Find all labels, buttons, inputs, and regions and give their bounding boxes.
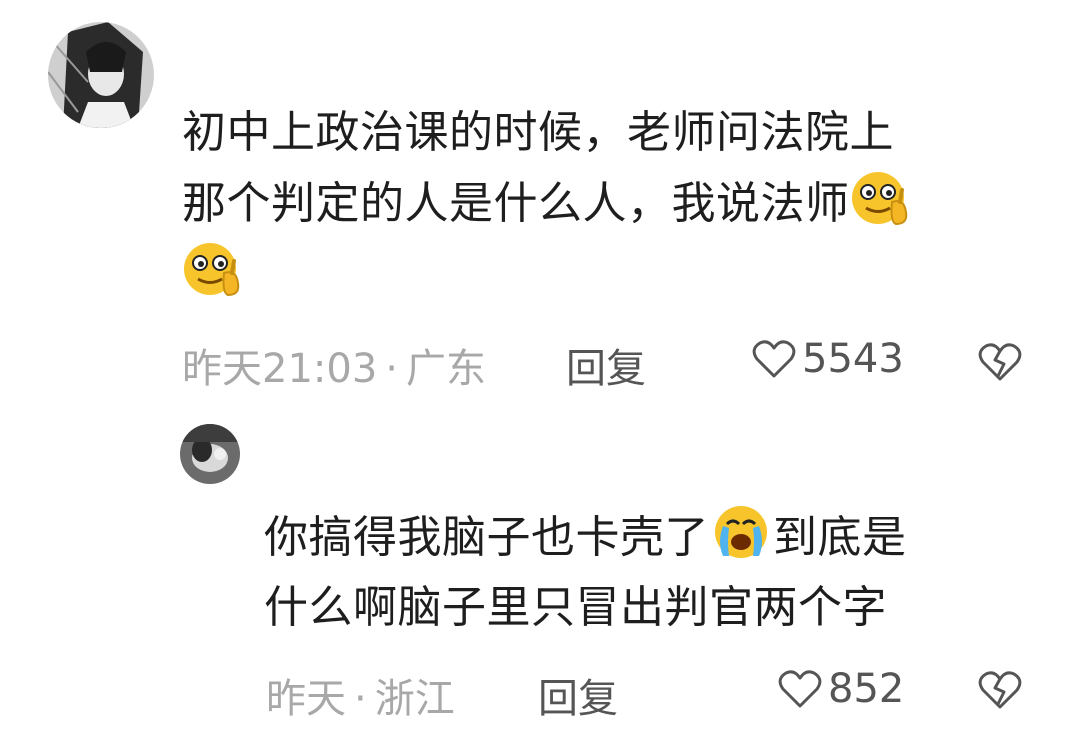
comment-line: 那个判定的人是什么人，我说法师	[182, 178, 850, 229]
reply-button[interactable]: 回复	[538, 666, 618, 724]
heart-icon	[778, 670, 822, 708]
reply-button[interactable]: 回复	[566, 336, 646, 394]
comment-body: 初中上政治课的时候，老师问法院上 那个判定的人是什么人，我说法师	[182, 98, 914, 310]
meta-separator: ·	[385, 346, 398, 392]
like-count: 852	[828, 666, 905, 712]
meta-separator: ·	[354, 676, 367, 722]
comment-line: 你搞得我脑子也卡壳了	[264, 512, 709, 563]
comment-location: 广东	[406, 346, 486, 392]
commenter-avatar[interactable]	[180, 424, 240, 484]
thinking-face-emoji-icon	[850, 168, 914, 228]
comment-time: 昨天	[266, 676, 346, 722]
like-button[interactable]: 5543	[752, 336, 904, 382]
comment-body: 你搞得我脑子也卡壳了 到底是 什么啊脑子里只冒出判官两个字	[264, 502, 907, 643]
like-button[interactable]: 852	[778, 666, 904, 712]
commenter-avatar[interactable]	[48, 22, 154, 128]
broken-heart-icon	[978, 671, 1022, 709]
heart-icon	[752, 340, 796, 378]
dislike-button[interactable]	[978, 342, 1022, 386]
like-count: 5543	[802, 336, 904, 382]
thinking-face-emoji-icon	[182, 239, 246, 299]
dislike-button[interactable]	[978, 670, 1022, 714]
comment-meta: 昨天21:03 · 广东	[182, 336, 486, 394]
crying-face-emoji-icon	[709, 502, 773, 562]
comment-line: 初中上政治课的时候，老师问法院上	[182, 107, 894, 158]
comment-line: 什么啊脑子里只冒出判官两个字	[264, 582, 887, 633]
broken-heart-icon	[978, 343, 1022, 381]
comment-time: 昨天21:03	[182, 346, 378, 392]
comment-location: 浙江	[374, 676, 455, 722]
comment-line: 到底是	[773, 512, 907, 563]
comment-meta: 昨天 · 浙江	[266, 666, 455, 724]
